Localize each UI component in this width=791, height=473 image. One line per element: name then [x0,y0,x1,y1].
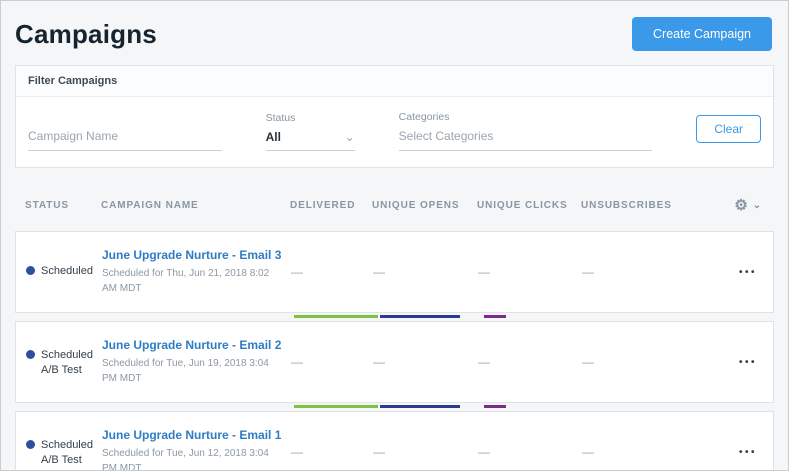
unique-opens-value: — [373,445,478,459]
status-value: Scheduled [41,439,93,451]
campaign-name-field [28,129,222,151]
categories-label: Categories [399,111,653,123]
unsubscribes-value: — [582,355,686,369]
status-cell: Scheduled A/B Test [16,439,102,466]
campaign-schedule-text: Scheduled for Tue, Jun 12, 2018 3:04 PM … [102,446,284,471]
campaign-name-cell: June Upgrade Nurture - Email 3 Scheduled… [102,248,291,296]
create-campaign-button[interactable]: Create Campaign [632,17,772,51]
status-sub-value: A/B Test [41,364,102,376]
status-cell: Scheduled [16,265,102,280]
categories-input[interactable] [399,129,653,151]
status-dot-icon [26,350,35,359]
table-row: Scheduled June Upgrade Nurture - Email 3… [15,231,774,313]
status-selected-value: All [266,130,281,144]
campaign-link[interactable]: June Upgrade Nurture - Email 3 [102,248,285,262]
campaign-name-input[interactable] [28,129,222,151]
table-settings-button[interactable]: ⚙ ⌄ [734,198,774,213]
table-row: Scheduled A/B Test June Upgrade Nurture … [15,411,774,471]
unsubscribes-value: — [582,445,686,459]
campaign-list: Scheduled June Upgrade Nurture - Email 3… [15,231,774,471]
column-header-unique-clicks: UNIQUE CLICKS [477,200,581,211]
chevron-down-icon: ⌄ [345,131,355,143]
table-row: Scheduled A/B Test June Upgrade Nurture … [15,321,774,403]
delivered-value: — [291,355,373,369]
opens-bar [380,315,460,318]
campaign-schedule-text: Scheduled for Tue, Jun 19, 2018 3:04 PM … [102,356,284,386]
status-value: Scheduled [41,349,93,361]
row-menu-button[interactable]: ••• [739,267,773,278]
categories-field: Categories [399,111,653,151]
campaign-schedule-text: Scheduled for Thu, Jun 21, 2018 8:02 AM … [102,266,284,296]
status-label: Status [266,112,355,124]
unique-clicks-value: — [478,355,582,369]
unsubscribes-value: — [582,265,686,279]
page-title: Campaigns [15,19,157,50]
column-header-unsubscribes: UNSUBSCRIBES [581,200,685,211]
status-field: Status All ⌄ [266,112,355,151]
status-dot-icon [26,266,35,275]
campaign-link[interactable]: June Upgrade Nurture - Email 1 [102,428,285,442]
campaign-name-cell: June Upgrade Nurture - Email 2 Scheduled… [102,338,291,386]
status-select[interactable]: All ⌄ [266,130,355,151]
row-menu-button[interactable]: ••• [739,357,773,368]
gear-icon: ⚙ [734,198,748,213]
unique-clicks-value: — [478,265,582,279]
delivered-value: — [291,445,373,459]
chevron-down-icon: ⌄ [753,201,762,211]
status-cell: Scheduled A/B Test [16,349,102,376]
table-header: STATUS CAMPAIGN NAME DELIVERED UNIQUE OP… [15,198,774,213]
clear-filters-button[interactable]: Clear [696,115,761,143]
column-header-campaign-name: CAMPAIGN NAME [101,200,290,211]
column-header-unique-opens: UNIQUE OPENS [372,200,477,211]
status-sub-value: A/B Test [41,454,102,466]
column-header-delivered: DELIVERED [290,200,372,211]
unique-opens-value: — [373,355,478,369]
unique-clicks-value: — [478,445,582,459]
delivered-bar [294,315,378,318]
campaign-link[interactable]: June Upgrade Nurture - Email 2 [102,338,285,352]
filter-fields: Status All ⌄ Categories Clear [16,97,773,167]
delivered-bar [294,405,378,408]
unique-opens-value: — [373,265,478,279]
opens-bar [380,405,460,408]
row-menu-button[interactable]: ••• [739,447,773,458]
delivered-value: — [291,265,373,279]
column-header-status: STATUS [15,200,101,211]
filter-panel: Filter Campaigns Status All ⌄ Categories… [15,65,774,168]
status-dot-icon [26,440,35,449]
status-value: Scheduled [41,265,93,277]
clicks-bar [484,315,506,318]
page-header: Campaigns Create Campaign [1,1,788,57]
filter-panel-title: Filter Campaigns [16,66,773,97]
campaigns-page: Campaigns Create Campaign Filter Campaig… [0,0,789,471]
clicks-bar [484,405,506,408]
campaign-name-cell: June Upgrade Nurture - Email 1 Scheduled… [102,428,291,471]
